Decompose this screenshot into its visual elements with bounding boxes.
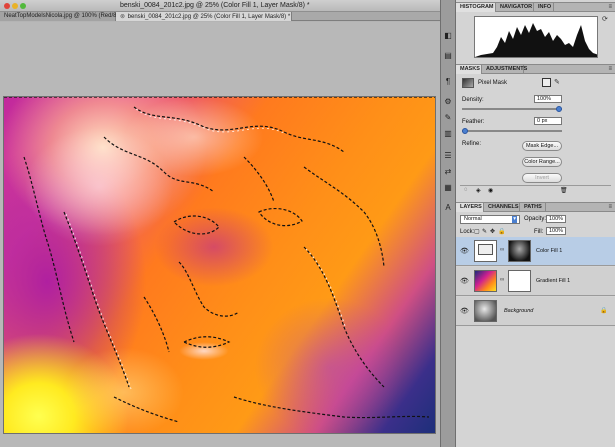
opacity-label: Opacity: — [524, 216, 547, 222]
window-title-bar: benski_0084_201c2.jpg @ 25% (Color Fill … — [0, 0, 440, 12]
clone-icon[interactable]: ✎ — [442, 112, 454, 124]
tab-paths[interactable]: PATHS — [520, 203, 546, 212]
opacity-field[interactable]: 100% — [546, 215, 566, 223]
close-tab-icon[interactable]: ⊗ — [120, 13, 126, 20]
panel-dock-strip — [440, 0, 456, 447]
zoom-window-icon[interactable] — [20, 3, 26, 9]
histogram-panel: ⟳ — [456, 13, 615, 62]
color-range-button[interactable]: Color Range... — [522, 157, 562, 167]
masks-panel: Pixel Mask ✎ Density: 100% Feather: 0 px… — [456, 75, 615, 195]
document-tab-neattopmodels[interactable]: NeatTopModelsNicola.jpg @ 100% (Red/8) * — [0, 12, 122, 21]
paths-icon[interactable]: ⇄ — [442, 166, 454, 178]
histogram-icon[interactable]: ◧ — [442, 30, 454, 42]
close-window-icon[interactable] — [4, 3, 10, 9]
load-selection-icon[interactable]: ◌ — [464, 187, 468, 193]
vector-mask-icon[interactable]: ✎ — [554, 78, 560, 86]
actions-icon[interactable]: ▦ — [442, 182, 454, 194]
histogram-refresh-icon[interactable]: ⟳ — [602, 15, 608, 23]
layer-mask-thumbnail[interactable] — [508, 240, 531, 262]
pixel-mask-icon[interactable] — [542, 78, 551, 87]
lock-image-icon[interactable]: ✎ — [482, 228, 487, 235]
tab-layers[interactable]: LAYERS — [456, 203, 484, 212]
layer-name: Color Fill 1 — [536, 248, 563, 254]
mask-thumbnail — [462, 78, 474, 88]
layers-panel: Normal ▾ Opacity: 100% Lock: ▢ ✎ ✥ 🔒 Fil… — [456, 215, 615, 447]
visibility-eye-icon[interactable]: 👁 — [460, 307, 469, 315]
tab-channels[interactable]: CHANNELS — [484, 203, 520, 212]
feather-field[interactable]: 0 px — [534, 117, 562, 125]
layer-row-gradient-fill[interactable]: 👁 ∞ Gradient Fill 1 — [456, 267, 615, 296]
lock-all-icon[interactable]: 🔒 — [498, 228, 505, 235]
visibility-eye-icon[interactable]: 👁 — [460, 277, 469, 285]
stamp-icon[interactable]: ⚙ — [442, 96, 454, 108]
feather-slider-track[interactable] — [462, 130, 562, 132]
document-canvas[interactable] — [3, 96, 436, 434]
layer-row-color-fill[interactable]: 👁 ∞ Color Fill 1 — [456, 237, 615, 266]
tab-info[interactable]: INFO — [534, 3, 554, 12]
histogram-tab-group: HISTOGRAM NAVIGATOR INFO ≡ — [456, 2, 615, 12]
blend-mode-select[interactable]: Normal ▾ — [460, 215, 520, 224]
delete-mask-icon[interactable]: 🗑 — [560, 187, 568, 194]
selection-outline — [4, 97, 435, 423]
layer-thumbnail — [474, 270, 497, 292]
link-chain-icon[interactable]: ∞ — [500, 277, 504, 283]
panels-column: HISTOGRAM NAVIGATOR INFO ≡ ⟳ MASKS ADJUS… — [456, 0, 615, 447]
density-slider-thumb[interactable] — [556, 106, 562, 112]
panel-menu-icon[interactable]: ≡ — [608, 66, 612, 72]
visibility-eye-icon[interactable]: 👁 — [460, 247, 469, 255]
document-tab-bar: NeatTopModelsNicola.jpg @ 100% (Red/8) *… — [0, 12, 440, 21]
tool-presets-icon[interactable]: ☰ — [442, 150, 454, 162]
tab-histogram[interactable]: HISTOGRAM — [456, 3, 496, 12]
density-label: Density: — [462, 97, 484, 103]
document-tab-label: benski_0084_201c2.jpg @ 25% (Color Fill … — [127, 14, 291, 20]
disable-mask-icon[interactable]: ◉ — [488, 187, 493, 194]
layers-icon[interactable]: ▥ — [442, 128, 454, 140]
layer-mask-thumbnail[interactable] — [508, 270, 531, 292]
mask-edge-button[interactable]: Mask Edge... — [522, 141, 562, 151]
layer-name: Gradient Fill 1 — [536, 278, 571, 284]
layer-name: Background — [504, 308, 534, 314]
lock-label: Lock: — [460, 229, 475, 235]
fill-field[interactable]: 100% — [546, 227, 566, 235]
apply-mask-icon[interactable]: ◈ — [476, 187, 481, 194]
window-title: benski_0084_201c2.jpg @ 25% (Color Fill … — [120, 2, 310, 9]
fill-label: Fill: — [534, 229, 544, 235]
lock-icon: 🔒 — [600, 308, 608, 314]
lock-position-icon[interactable]: ✥ — [490, 228, 495, 235]
tab-masks[interactable]: MASKS — [456, 65, 482, 74]
feather-label: Feather: — [462, 119, 485, 125]
link-chain-icon[interactable]: ∞ — [500, 247, 504, 253]
document-tab-benski[interactable]: ⊗ benski_0084_201c2.jpg @ 25% (Color Fil… — [116, 12, 292, 21]
histogram-curve — [475, 23, 597, 57]
layer-row-background[interactable]: 👁 Background 🔒 — [456, 297, 615, 326]
layer-thumbnail — [474, 300, 497, 322]
minimize-window-icon[interactable] — [12, 3, 18, 9]
feather-slider-thumb[interactable] — [462, 128, 468, 134]
tab-adjustments[interactable]: ADJUSTMENTS — [482, 65, 527, 74]
density-field[interactable]: 100% — [534, 95, 562, 103]
histogram-graph — [474, 16, 598, 58]
invert-button[interactable]: Invert — [522, 173, 562, 183]
tab-navigator[interactable]: NAVIGATOR — [496, 3, 534, 12]
brush-icon[interactable]: ¶ — [442, 76, 454, 88]
masks-footer: ◌ ◈ ◉ 🗑 — [460, 185, 611, 195]
character-icon[interactable]: A — [442, 202, 454, 214]
layers-tab-group: LAYERS CHANNELS PATHS ≡ — [456, 202, 615, 212]
layer-thumbnail — [474, 240, 497, 262]
document-tab-label: NeatTopModelsNicola.jpg @ 100% (Red/8) * — [4, 13, 123, 19]
masks-tab-group: MASKS ADJUSTMENTS ≡ — [456, 64, 615, 74]
refine-label: Refine: — [462, 141, 482, 147]
density-slider-track[interactable] — [462, 108, 562, 110]
chevron-down-icon: ▾ — [512, 216, 517, 223]
mask-type-label: Pixel Mask — [478, 80, 508, 86]
panel-menu-icon[interactable]: ≡ — [608, 204, 612, 210]
adjust-icon[interactable]: ▤ — [442, 50, 454, 62]
panel-menu-icon[interactable]: ≡ — [608, 4, 612, 10]
lock-transparent-icon[interactable]: ▢ — [474, 228, 480, 235]
color-fill-swatch — [478, 244, 493, 255]
blend-mode-value: Normal — [464, 216, 482, 222]
